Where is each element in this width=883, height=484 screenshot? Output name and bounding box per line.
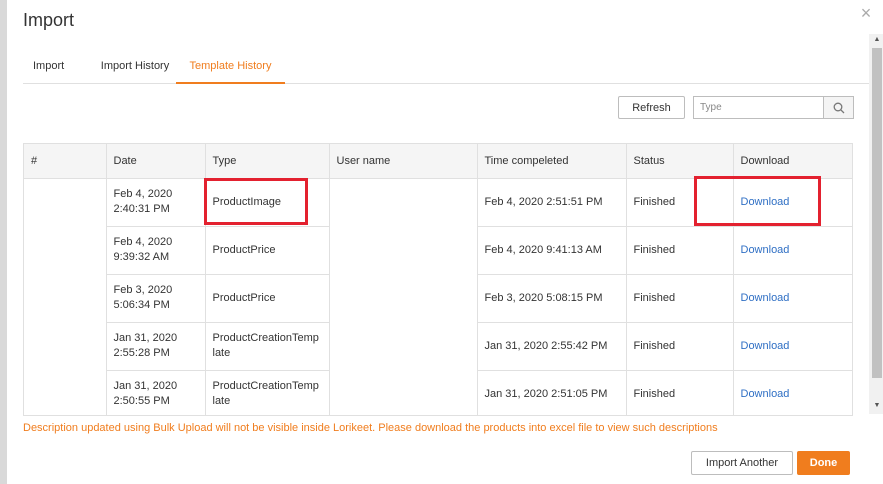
search-button[interactable]	[823, 96, 854, 119]
type-text: ProductImage	[212, 195, 281, 208]
user-name-cell	[329, 322, 478, 370]
status-cell: Finished	[626, 370, 734, 415]
status-cell: Finished	[626, 226, 734, 275]
table-row: Feb 3, 2020 5:06:34 PM ProductPrice Feb 3…	[24, 274, 852, 323]
column-header-download: Download	[733, 144, 852, 179]
type-text-continued: late	[212, 395, 231, 407]
type-cell: ProductCreationTemp late	[205, 322, 330, 371]
table-row: Jan 31, 2020 2:50:55 PM ProductCreationTe…	[24, 370, 852, 415]
download-link[interactable]: Download	[741, 196, 790, 208]
time-text: 9:39:32 AM	[113, 251, 170, 263]
column-header-number: #	[24, 144, 107, 179]
time-text: 2:50:55 PM	[113, 395, 170, 407]
time-completed-cell: Feb 4, 2020 9:41:13 AM	[477, 226, 627, 275]
row-number-cell	[24, 226, 107, 274]
type-text: ProductCreationTemp	[212, 380, 319, 392]
download-link[interactable]: Download	[741, 388, 790, 400]
scroll-thumb[interactable]	[872, 48, 882, 378]
time-completed-cell: Jan 31, 2020 2:51:05 PM	[477, 370, 627, 415]
row-number-cell	[24, 370, 107, 415]
table-header-row: # Date Type User name Time compeleted St…	[24, 144, 852, 179]
date-text: Feb 3, 2020	[113, 284, 173, 296]
status-cell: Finished	[626, 178, 734, 227]
time-text: 2:40:31 PM	[113, 203, 170, 215]
download-cell: Download	[733, 370, 852, 415]
download-cell: Download	[733, 226, 852, 275]
time-text: 2:55:28 PM	[113, 347, 170, 359]
type-cell: ProductCreationTemp late	[205, 370, 330, 415]
type-text: ProductPrice	[212, 243, 276, 256]
date-text: Feb 4, 2020	[113, 188, 173, 200]
background-strip	[0, 0, 7, 484]
column-header-type: Type	[205, 144, 330, 179]
column-header-time-completed: Time compeleted	[477, 144, 627, 179]
close-icon[interactable]: ×	[857, 4, 875, 22]
table-row: Jan 31, 2020 2:55:28 PM ProductCreationTe…	[24, 322, 852, 371]
column-header-status: Status	[626, 144, 734, 179]
tab-template-history[interactable]: Template History	[176, 50, 285, 84]
type-cell: ProductPrice	[205, 274, 330, 323]
status-cell: Finished	[626, 322, 734, 371]
type-text: ProductPrice	[212, 291, 276, 304]
template-history-table: # Date Type User name Time compeleted St…	[23, 143, 853, 416]
row-number-cell	[24, 322, 107, 370]
column-header-user-name: User name	[329, 144, 478, 179]
column-header-date: Date	[106, 144, 206, 179]
warning-message: Description updated using Bulk Upload wi…	[23, 422, 718, 434]
row-number-cell	[24, 178, 107, 226]
import-another-button[interactable]: Import Another	[691, 451, 793, 475]
date-cell: Feb 4, 2020 9:39:32 AM	[106, 226, 206, 275]
search-input[interactable]	[693, 96, 824, 119]
dialog-title: Import	[23, 10, 75, 30]
tab-bar: Import Import History Template History	[23, 50, 873, 84]
date-cell: Jan 31, 2020 2:50:55 PM	[106, 370, 206, 415]
refresh-button[interactable]: Refresh	[618, 96, 685, 119]
table-row: Feb 4, 2020 9:39:32 AM ProductPrice Feb 4…	[24, 226, 852, 275]
time-text: 5:06:34 PM	[113, 299, 170, 311]
status-cell: Finished	[626, 274, 734, 323]
user-name-cell	[329, 370, 478, 415]
search-icon	[833, 102, 844, 113]
row-number-cell	[24, 274, 107, 322]
time-completed-cell: Feb 4, 2020 2:51:51 PM	[477, 178, 627, 227]
date-text: Jan 31, 2020	[113, 380, 178, 392]
user-name-cell	[329, 226, 478, 274]
scroll-down-arrow-icon[interactable]: ▼	[872, 400, 882, 412]
scroll-up-arrow-icon[interactable]: ▲	[872, 34, 882, 46]
type-text: ProductCreationTemp	[212, 332, 319, 344]
date-cell: Jan 31, 2020 2:55:28 PM	[106, 322, 206, 371]
download-link[interactable]: Download	[741, 340, 790, 352]
tab-import-history[interactable]: Import History	[93, 50, 177, 84]
user-name-cell	[329, 274, 478, 322]
user-name-cell	[329, 178, 478, 226]
done-button[interactable]: Done	[797, 451, 850, 475]
date-cell: Feb 4, 2020 2:40:31 PM	[106, 178, 206, 227]
time-completed-cell: Feb 3, 2020 5:08:15 PM	[477, 274, 627, 323]
time-completed-cell: Jan 31, 2020 2:55:42 PM	[477, 322, 627, 371]
date-text: Feb 4, 2020	[113, 236, 173, 248]
download-link[interactable]: Download	[741, 292, 790, 304]
download-cell: Download	[733, 274, 852, 323]
tab-import[interactable]: Import	[33, 50, 64, 84]
download-cell: Download	[733, 322, 852, 371]
table-row: Feb 4, 2020 2:40:31 PM ProductImage Feb 4…	[24, 178, 852, 227]
date-text: Jan 31, 2020	[113, 332, 178, 344]
type-text-continued: late	[212, 347, 231, 359]
date-cell: Feb 3, 2020 5:06:34 PM	[106, 274, 206, 323]
scrollbar[interactable]: ▲ ▼	[869, 34, 883, 414]
download-cell: Download	[733, 178, 852, 227]
download-link[interactable]: Download	[741, 244, 790, 256]
import-dialog: Import × Import Import History Template …	[7, 0, 883, 484]
type-cell: ProductImage	[205, 178, 330, 227]
type-cell: ProductPrice	[205, 226, 330, 275]
